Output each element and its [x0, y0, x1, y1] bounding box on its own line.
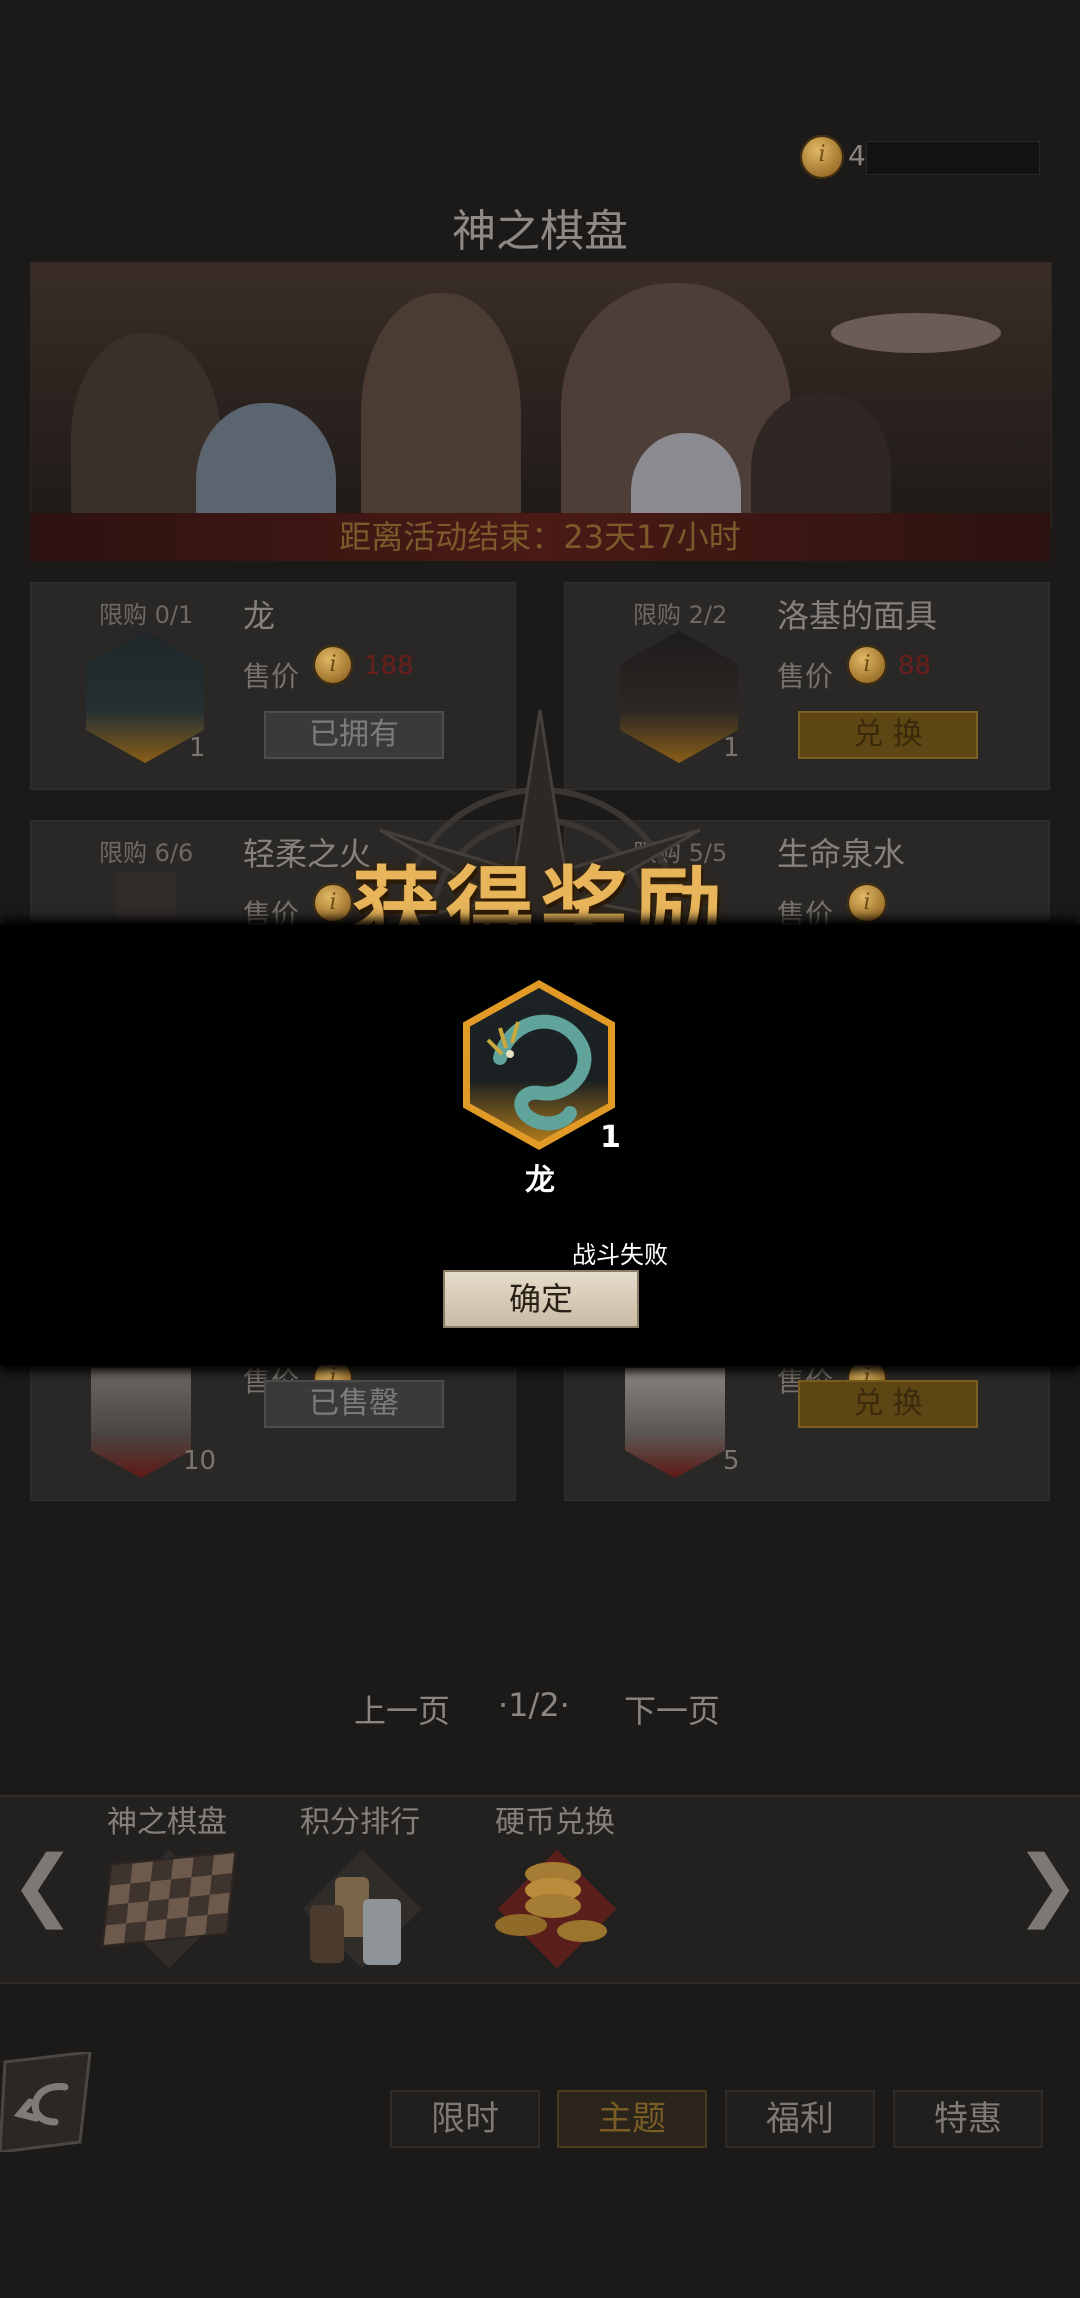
item-name: 洛基的面具	[777, 597, 938, 635]
coin-bar-track	[866, 141, 1040, 175]
page-title: 神之棋盘	[452, 206, 628, 257]
banner-character	[751, 393, 891, 528]
tab-coin-exchange[interactable]: 硬币兑换	[480, 1797, 630, 1977]
tab-chessboard[interactable]: 神之棋盘	[92, 1797, 242, 1977]
coins-icon	[495, 1862, 615, 1962]
item-price: 188	[364, 651, 414, 681]
coin-balance: 4	[800, 135, 1040, 179]
page-indicator: ·1/2·	[498, 1686, 570, 1724]
price-label: 售价	[243, 660, 300, 693]
purchase-limit: 限购 0/1	[99, 601, 194, 629]
event-countdown: 距离活动结束：23天17小时	[30, 513, 1050, 561]
purchase-limit: 限购 2/2	[633, 601, 728, 629]
tab-label: 硬币兑换	[495, 1805, 615, 1840]
item-qty: 1	[189, 733, 206, 763]
price-label: 售价	[777, 660, 834, 693]
prev-page-button[interactable]: 上一页	[354, 1686, 450, 1732]
scroll-left-icon[interactable]: ❮	[10, 1840, 75, 1930]
back-arrow-icon	[0, 2050, 92, 2154]
scroll-right-icon[interactable]: ❯	[1015, 1840, 1080, 1930]
battle-status: 战斗失败	[572, 1241, 668, 1269]
back-button[interactable]	[0, 2050, 95, 2154]
tab-label: 积分排行	[300, 1805, 420, 1840]
sold-out-button[interactable]: 已售罄	[264, 1380, 444, 1428]
nav-welfare[interactable]: 福利	[725, 2090, 875, 2148]
item-price: 88	[898, 651, 932, 681]
item-qty: 5	[723, 1446, 740, 1476]
scroll-icon	[91, 1368, 191, 1478]
banner-plate	[831, 313, 1001, 353]
exchange-button[interactable]: 兑 换	[798, 1380, 978, 1428]
dragon-icon	[86, 631, 204, 763]
coin-icon	[847, 645, 887, 685]
nav-limited-time[interactable]: 限时	[390, 2090, 540, 2148]
nav-theme[interactable]: 主题	[557, 2090, 707, 2148]
tab-label: 神之棋盘	[107, 1805, 227, 1840]
shop-card-scroll: 售价 10 已售罄	[30, 1358, 516, 1501]
event-banner	[30, 262, 1052, 529]
coin-icon	[800, 135, 844, 179]
shop-card-page: 售价 5 兑 换	[564, 1358, 1050, 1501]
confirm-button[interactable]: 确定	[443, 1270, 639, 1328]
next-page-button[interactable]: 下一页	[624, 1686, 720, 1732]
chess-pieces-icon	[305, 1877, 415, 1967]
banner-character	[361, 293, 521, 528]
reward-item-name: 龙	[525, 1163, 555, 1198]
tab-points-ranking[interactable]: 积分排行	[285, 1797, 435, 1977]
chessboard-icon	[101, 1850, 237, 1948]
item-name: 龙	[243, 597, 276, 635]
coin-count: 4	[848, 139, 866, 172]
nav-special-offer[interactable]: 特惠	[893, 2090, 1043, 2148]
coin-icon	[313, 645, 353, 685]
page-icon	[625, 1368, 725, 1478]
reward-item-qty: 1	[600, 1120, 621, 1155]
item-qty: 10	[183, 1446, 217, 1476]
